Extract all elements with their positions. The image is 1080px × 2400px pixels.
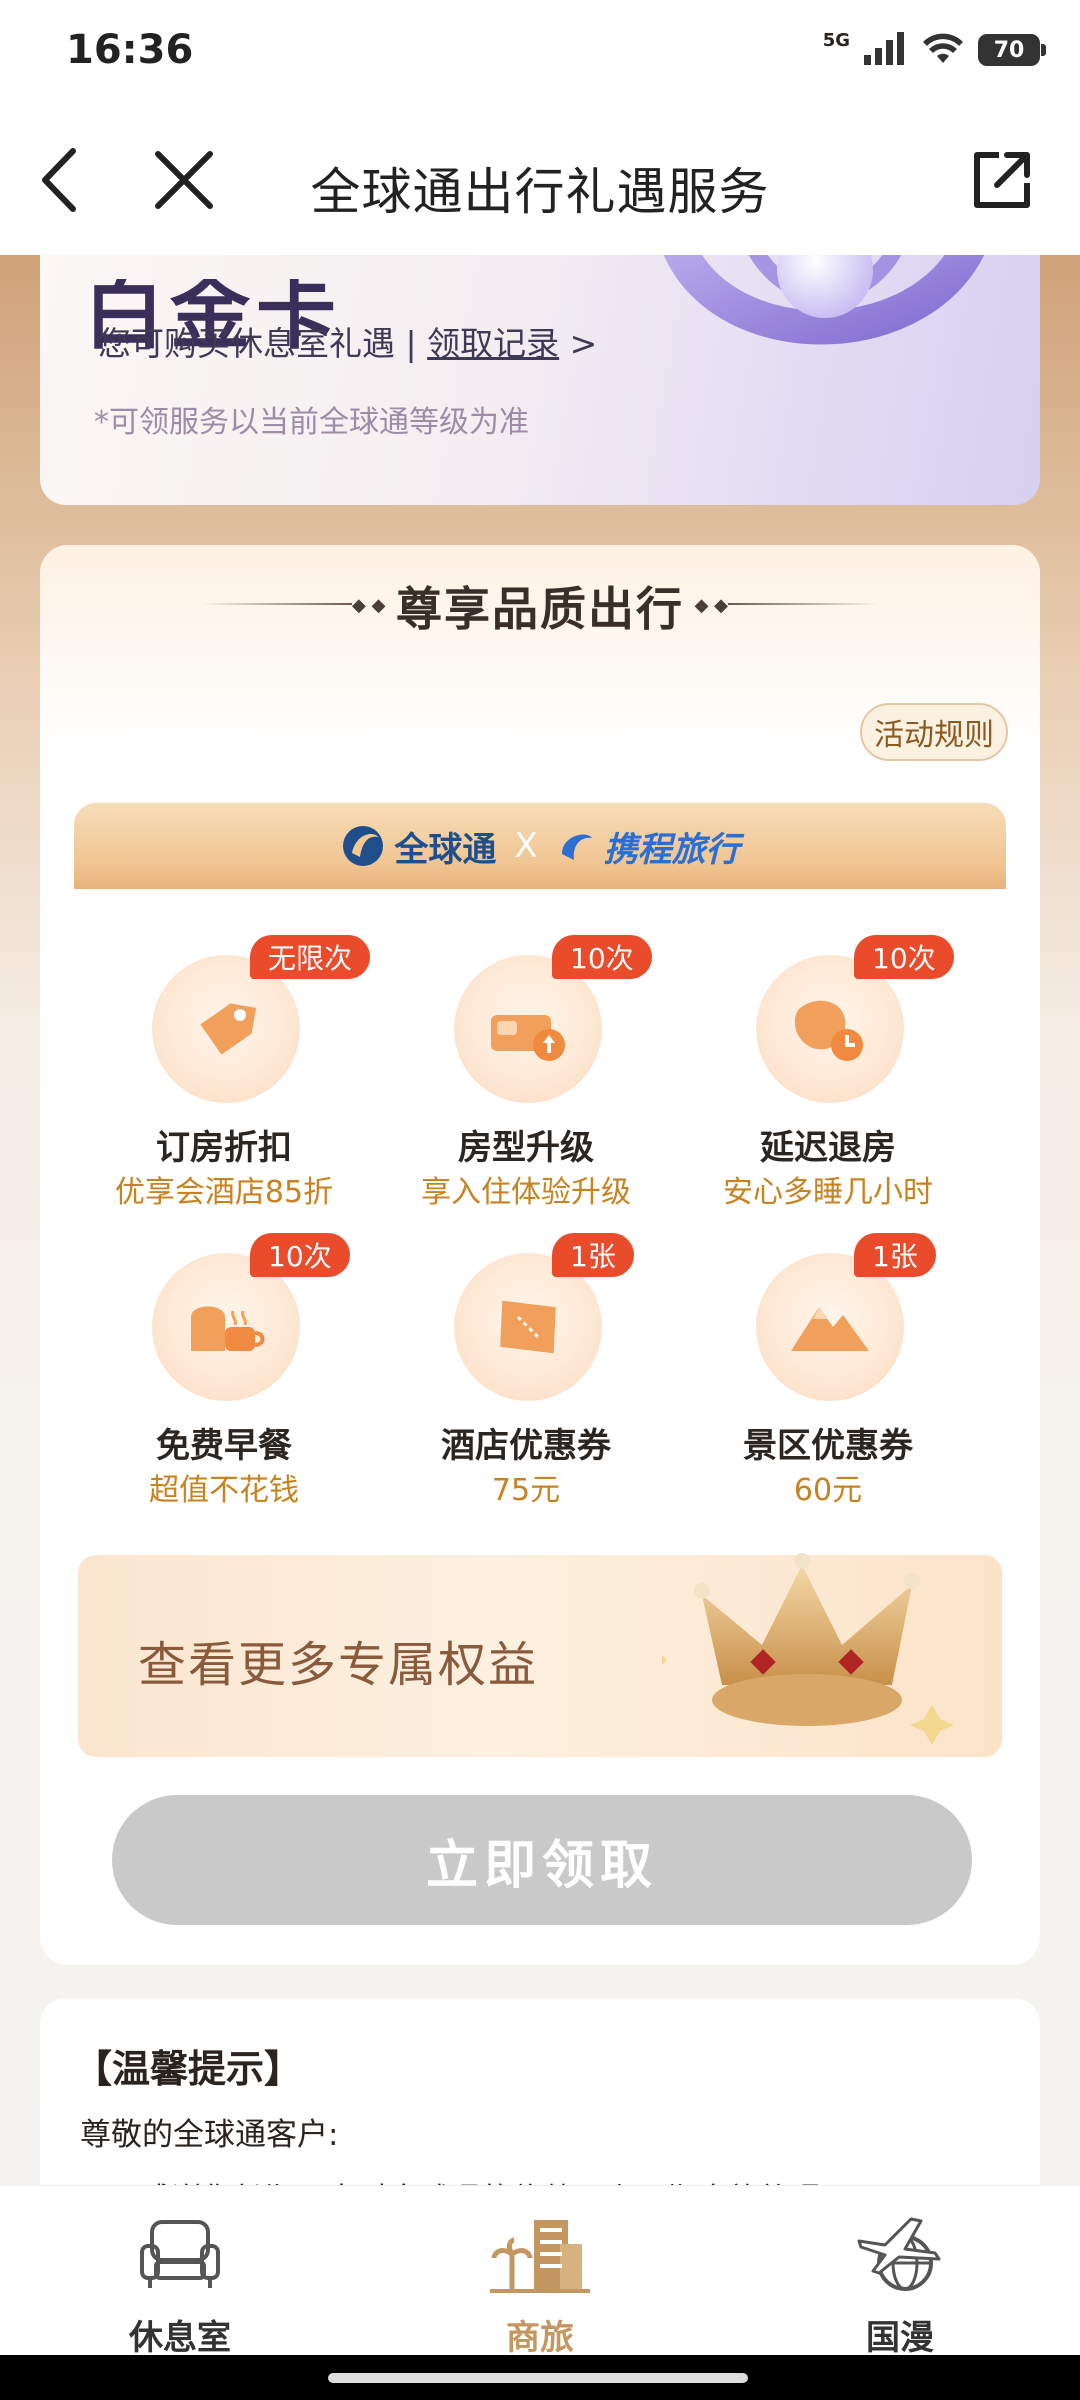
tips-title: 【温馨提示】	[74, 2047, 303, 2091]
chevron-right-icon: >	[569, 324, 598, 363]
status-time: 16:36	[66, 27, 194, 73]
nav-label: 商旅	[506, 2318, 574, 2358]
share-button[interactable]	[962, 140, 1042, 220]
nav-item-intl-roaming[interactable]: 国漫	[800, 2206, 1000, 2359]
partner-right: 携程旅行	[556, 822, 740, 871]
partner-banner: 全球通 X 携程旅行	[74, 803, 1006, 889]
benefit-item[interactable]: 10次 房型升级 享入住体验升级	[376, 915, 676, 1215]
level-note: *可领服务以当前全球通等级为准	[94, 405, 529, 440]
benefit-subtitle: 60元	[793, 1473, 863, 1508]
benefit-subtitle: 安心多睡几小时	[723, 1175, 933, 1210]
partner-x: X	[514, 826, 538, 866]
bottom-nav: 休息室 商旅 国漫	[0, 2185, 1080, 2358]
wifi-icon	[922, 31, 964, 69]
page-title: 全球通出行礼遇服务	[310, 163, 770, 221]
status-bar: 16:36 5G 70	[0, 0, 1080, 100]
benefit-item[interactable]: 1张 酒店优惠券 75元	[376, 1213, 676, 1513]
ticket-icon	[500, 1300, 556, 1354]
nav-item-lounge[interactable]: 休息室	[80, 2206, 280, 2359]
benefit-item[interactable]: 10次 延迟退房 安心多睡几小时	[678, 915, 978, 1215]
benefit-badge: 10次	[854, 935, 954, 979]
benefits-card: ◆ ◆ 尊享品质出行 ◆ ◆ 活动规则 全球通 X 携程旅行 无限次 订房折扣 …	[40, 545, 1040, 1965]
breakfast-icon	[191, 1306, 265, 1351]
benefit-title: 免费早餐	[156, 1426, 292, 1466]
benefit-subtitle: 75元	[491, 1473, 561, 1508]
title-decoration-right	[728, 603, 878, 605]
mountain-icon	[791, 1307, 869, 1351]
claim-record-link[interactable]: 领取记录	[427, 324, 559, 363]
partner-left-label: 全球通	[394, 829, 497, 870]
battery-indicator: 70	[978, 34, 1046, 66]
ctrip-logo-icon	[561, 834, 592, 860]
benefit-badge: 无限次	[250, 935, 371, 979]
share-icon	[974, 152, 1030, 208]
claim-now-button[interactable]: 立即领取	[112, 1795, 972, 1925]
lounge-info: 您可购买休息室礼遇 | 领取记录 >	[98, 317, 597, 365]
card-decoration	[663, 255, 985, 345]
tips-body: 感谢您长期以来对全球通的信赖，上一期商旅礼遇已于2026	[80, 2174, 1000, 2185]
late-checkout-icon	[794, 1000, 863, 1061]
chinamobile-logo-icon	[343, 826, 384, 866]
benefit-title: 景区优惠券	[743, 1426, 913, 1466]
tips-greeting: 尊敬的全球通客户:	[80, 2117, 339, 2153]
benefit-item[interactable]: 10次 免费早餐 超值不花钱	[74, 1213, 374, 1513]
section-title: 尊享品质出行	[396, 582, 684, 636]
nav-label: 休息室	[129, 2318, 231, 2358]
globe-plane-icon	[800, 2206, 1000, 2302]
more-benefits-label: 查看更多专属权益	[138, 1637, 539, 1693]
benefit-title: 延迟退房	[760, 1128, 896, 1168]
network-type: 5G	[822, 29, 850, 51]
benefit-item[interactable]: 1张 景区优惠券 60元	[678, 1213, 978, 1513]
tag-icon	[200, 1003, 257, 1055]
app-header: 全球通出行礼遇服务	[0, 100, 1080, 255]
partner-left: 全球通	[340, 822, 496, 871]
benefit-badge: 10次	[250, 1233, 350, 1277]
partner-right-label: 携程旅行	[603, 829, 740, 870]
benefit-subtitle: 享入住体验升级	[421, 1175, 631, 1210]
benefit-subtitle: 优享会酒店85折	[114, 1175, 334, 1210]
tips-card: 【温馨提示】 尊敬的全球通客户: 感谢您长期以来对全球通的信赖，上一期商旅礼遇已…	[40, 1998, 1040, 2185]
benefit-title: 房型升级	[458, 1128, 594, 1168]
benefit-item[interactable]: 无限次 订房折扣 优享会酒店85折	[74, 915, 374, 1215]
benefit-title: 酒店优惠券	[441, 1426, 611, 1466]
benefit-badge: 1张	[552, 1233, 634, 1277]
benefit-badge: 10次	[552, 935, 652, 979]
membership-card: 白金卡 您可购买休息室礼遇 | 领取记录 > *可领服务以当前全球通等级为准	[40, 255, 1040, 505]
benefit-subtitle: 超值不花钱	[149, 1473, 299, 1508]
activity-rules-button[interactable]: 活动规则	[860, 703, 1008, 761]
nav-item-business-travel[interactable]: 商旅	[440, 2206, 640, 2359]
nav-label: 国漫	[866, 2318, 934, 2358]
signal-icon	[864, 31, 908, 69]
bed-upgrade-icon	[491, 1015, 565, 1061]
status-icons: 5G 70	[822, 29, 1046, 69]
more-benefits-banner[interactable]: 查看更多专属权益	[78, 1553, 1002, 1757]
crown-icon	[662, 1553, 954, 1745]
home-indicator[interactable]	[328, 2373, 748, 2383]
diamond-dots-right-icon: ◆ ◆	[694, 595, 728, 616]
lounge-text: 您可购买休息室礼遇 |	[98, 324, 428, 363]
city-palm-icon	[440, 2206, 640, 2302]
scroll-content[interactable]: 白金卡 您可购买休息室礼遇 | 领取记录 > *可领服务以当前全球通等级为准 ◆…	[0, 255, 1080, 2185]
benefit-badge: 1张	[854, 1233, 936, 1277]
benefit-title: 订房折扣	[156, 1128, 292, 1168]
armchair-icon	[80, 2206, 280, 2302]
system-gesture-bar	[0, 2355, 1080, 2400]
